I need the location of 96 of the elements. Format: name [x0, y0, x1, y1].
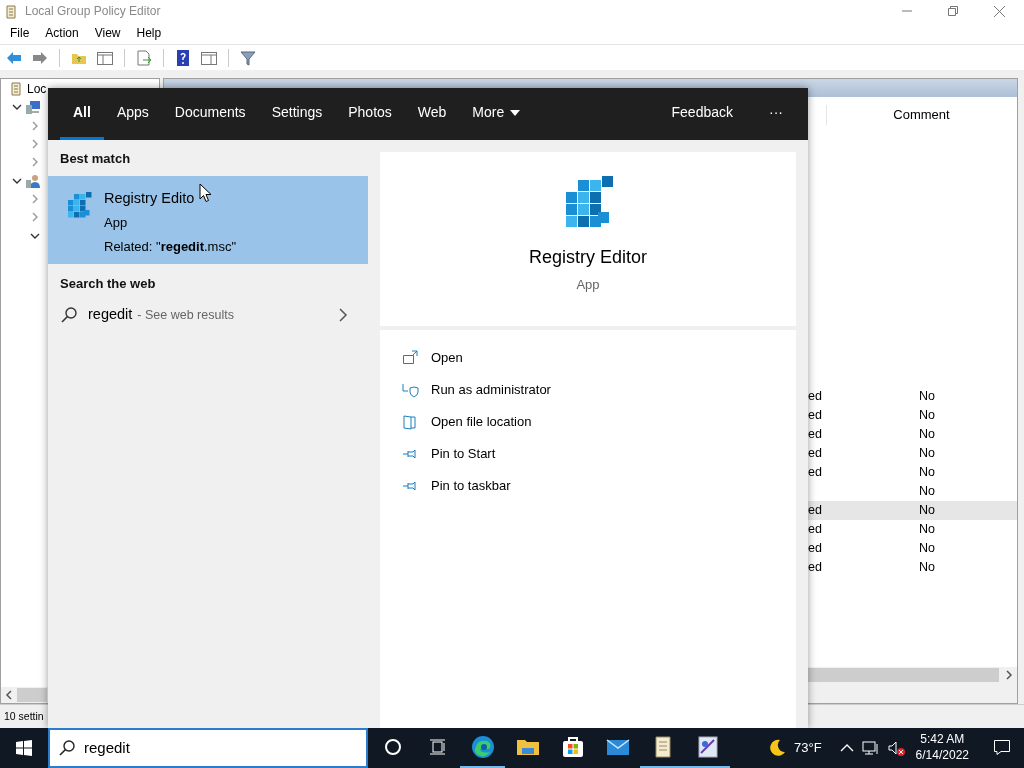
restore-icon[interactable] [948, 6, 958, 16]
open-window-icon [402, 350, 419, 366]
table-cell: ed [808, 408, 822, 423]
related-text: Related: "regedit.msc" [104, 237, 237, 256]
clock-date[interactable]: 6/14/2022 [915, 748, 969, 764]
chevron-right-icon [30, 193, 40, 204]
tree-item-label[interactable]: Loc [27, 80, 47, 99]
table-cell: ed [808, 427, 822, 442]
table-cell: ed [808, 560, 822, 575]
chevron-right-icon [30, 120, 40, 131]
chevron-right-icon [30, 157, 40, 168]
table-cell-text: No [919, 502, 935, 520]
table-cell: ed [808, 446, 822, 461]
search-tab[interactable]: Documents [161, 88, 259, 140]
table-cell-text: No [919, 483, 935, 501]
app-type: App [576, 276, 600, 294]
chevron-right-icon [30, 139, 40, 150]
table-cell: ed [808, 465, 822, 480]
export-list-icon[interactable] [135, 48, 153, 67]
mouse-pointer-icon [199, 183, 212, 203]
best-match-result[interactable]: Registry Edito App Related: "regedit.msc" [48, 175, 368, 264]
context-action[interactable]: Pin to taskbar [402, 470, 511, 502]
table-row[interactable]: ed No [808, 425, 1017, 444]
web-result[interactable]: regedit - See web results [48, 300, 368, 330]
search-box[interactable]: regedit [48, 728, 368, 768]
context-action[interactable]: Pin to Start [402, 438, 496, 470]
task-view-icon [428, 738, 447, 756]
table-cell: ed [808, 522, 822, 537]
section-heading: Search the web [59, 274, 157, 293]
table-row[interactable]: ed No [808, 387, 1017, 406]
windows-logo-icon [16, 740, 32, 756]
app-title: Registry Editor [528, 246, 647, 269]
caret-icon [510, 109, 521, 116]
menu-item[interactable]: File [2, 24, 38, 42]
context-action[interactable]: Run as administrator [402, 374, 551, 406]
table-row[interactable]: ed No [808, 463, 1017, 482]
search-icon [60, 306, 78, 324]
browser-icon [470, 735, 495, 759]
shopping-bag-icon [560, 735, 585, 759]
context-action[interactable]: Open [402, 342, 463, 374]
result-title: Registry Edito [104, 188, 195, 208]
shield-icon [402, 382, 419, 398]
folder-page-icon [402, 414, 419, 430]
menu-item[interactable]: View [86, 24, 129, 42]
feedback-link[interactable]: Feedback [658, 88, 746, 140]
circle-icon [383, 738, 402, 756]
search-tab[interactable]: Photos [335, 88, 405, 140]
table-cell: ed [808, 389, 822, 404]
table-cell: ed [808, 503, 822, 518]
search-icon [58, 739, 76, 757]
more-dropdown[interactable]: More [459, 88, 534, 140]
search-tab[interactable]: Settings [258, 88, 336, 140]
network-icon[interactable] [861, 740, 880, 756]
user-icon [25, 172, 41, 189]
table-row[interactable]: ed No [808, 501, 1017, 520]
speech-bubble-icon [992, 738, 1011, 756]
search-tab[interactable]: Web [404, 88, 460, 140]
table-cell-text: No [919, 388, 935, 406]
window-title: Local Group Policy Editor [25, 3, 161, 20]
scrollbar-thumb[interactable] [17, 688, 47, 702]
table-cell-text: No [919, 521, 935, 539]
close-icon[interactable] [993, 5, 1005, 17]
table-cell-text: No [919, 426, 935, 444]
table-cell-text: No [919, 559, 935, 577]
table-row[interactable]: No [808, 482, 1017, 501]
filter-icon[interactable] [239, 48, 257, 67]
table-cell-text: No [919, 407, 935, 425]
weather-text[interactable]: 73°F [794, 738, 822, 758]
search-field[interactable]: regedit [84, 736, 324, 760]
more-options-button[interactable]: ··· [756, 88, 796, 140]
chevron-up-icon[interactable] [839, 743, 854, 753]
chevron-right-icon [338, 308, 348, 322]
paint-icon [695, 735, 720, 759]
table-cell-text: No [919, 540, 935, 558]
table-row[interactable]: ed No [808, 406, 1017, 425]
table-cell-text: No [919, 445, 935, 463]
help-icon[interactable] [174, 48, 192, 67]
chevron-right-icon [30, 212, 40, 223]
volume-muted-icon[interactable] [887, 740, 906, 756]
clock-time[interactable]: 5:42 AM [915, 732, 969, 748]
status-text: 10 settin [4, 708, 44, 724]
menu-item[interactable]: Help [128, 24, 170, 42]
table-row[interactable]: ed No [808, 444, 1017, 463]
table-cell-text: No [919, 464, 935, 482]
search-tab[interactable]: Apps [103, 88, 162, 140]
table-cell: ed [808, 541, 822, 556]
section-heading: Best match [59, 150, 132, 168]
moon-icon [768, 739, 786, 757]
context-action[interactable]: Open file location [402, 406, 532, 438]
computer-icon [25, 99, 41, 116]
table-row[interactable]: ed No [808, 558, 1017, 577]
result-type: App [104, 214, 129, 233]
table-row[interactable]: ed No [808, 520, 1017, 539]
column-header[interactable]: Comment [826, 105, 1016, 125]
menu-item[interactable]: Action [37, 24, 87, 42]
table-row[interactable]: ed No [808, 539, 1017, 558]
